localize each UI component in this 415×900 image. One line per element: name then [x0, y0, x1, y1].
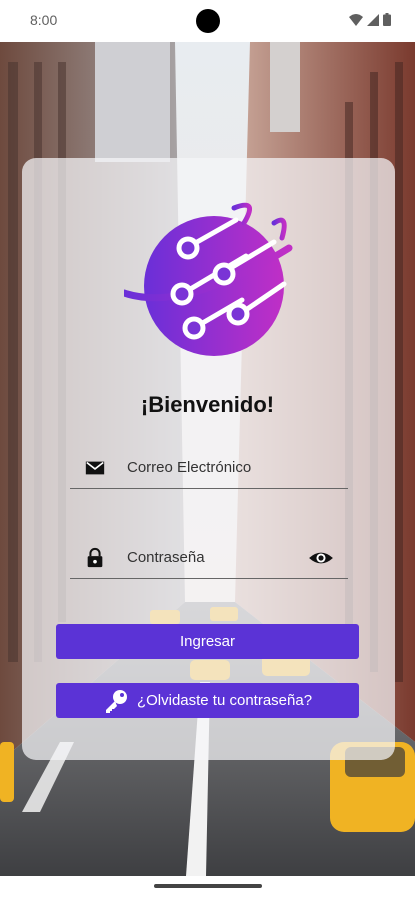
welcome-title: ¡Bienvenido! [140, 392, 275, 417]
login-button[interactable]: Ingresar [56, 624, 359, 659]
status-time: 8:00 [30, 12, 58, 28]
status-bar: 8:00 [0, 0, 415, 42]
forgot-password-label: ¿Olvidaste tu contraseña? [136, 692, 313, 709]
password-field[interactable]: Contraseña [70, 537, 348, 579]
login-button-label: Ingresar [179, 633, 236, 650]
eye-icon[interactable] [308, 545, 334, 571]
home-gesture-handle[interactable] [154, 884, 262, 888]
key-icon [105, 689, 127, 713]
navigation-bar [0, 876, 415, 900]
forgot-password-button[interactable]: ¿Olvidaste tu contraseña? [56, 683, 359, 718]
password-placeholder: Contraseña [127, 549, 205, 566]
battery-icon [383, 13, 391, 26]
email-placeholder: Correo Electrónico [127, 459, 252, 476]
mail-icon [85, 461, 105, 475]
email-field[interactable]: Correo Electrónico [70, 447, 348, 489]
app-logo [120, 198, 294, 358]
lock-icon [87, 547, 103, 568]
camera-cutout [196, 9, 220, 33]
status-icons [349, 13, 391, 26]
signal-icon [367, 13, 379, 26]
wifi-icon [349, 13, 363, 26]
